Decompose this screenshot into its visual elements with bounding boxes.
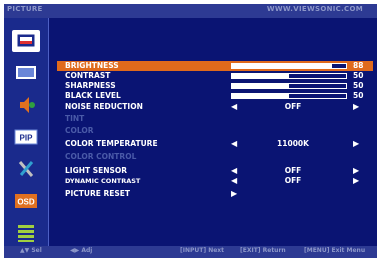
- row-label: CONTRAST: [65, 71, 111, 80]
- row-value: 50: [353, 91, 364, 100]
- hint-return: [EXIT] Return: [240, 247, 286, 254]
- arrow-left-icon[interactable]: ◀: [231, 139, 237, 149]
- header-bar: PICTURE WWW.VIEWSONIC.COM: [4, 4, 377, 18]
- slider-fill: [232, 94, 289, 98]
- brightness-slider[interactable]: [231, 63, 347, 69]
- row-label: PICTURE RESET: [65, 189, 131, 198]
- osd-label: OSD: [17, 198, 35, 207]
- row-value: 50: [353, 81, 364, 90]
- hint-select: ▲▼ Sel: [20, 247, 42, 254]
- option-value: OFF: [284, 102, 302, 111]
- menu-row-black-level[interactable]: BLACK LEVEL 50: [57, 91, 373, 101]
- row-label: TINT: [65, 114, 85, 123]
- row-label: LIGHT SENSOR: [65, 166, 128, 175]
- row-label: SHARPNESS: [65, 81, 116, 90]
- arrow-right-icon[interactable]: ▶: [353, 102, 359, 112]
- picture-icon[interactable]: [12, 30, 40, 52]
- menu-row-sharpness[interactable]: SHARPNESS 50: [57, 81, 373, 91]
- slider-fill: [232, 64, 333, 68]
- arrow-right-icon[interactable]: ▶: [353, 176, 359, 186]
- row-label: COLOR CONTROL: [65, 152, 137, 161]
- website-label: WWW.VIEWSONIC.COM: [266, 5, 363, 13]
- menu-row-color-control: COLOR CONTROL: [57, 152, 373, 162]
- menu-panel: BRIGHTNESS 88 CONTRAST 50 SHARPNESS 50 B…: [49, 18, 377, 246]
- menu-title: PICTURE: [7, 5, 43, 13]
- hint-adjust: ◀▶ Adj: [70, 247, 93, 254]
- arrow-left-icon[interactable]: ◀: [231, 102, 237, 112]
- arrow-left-icon[interactable]: ◀: [231, 176, 237, 186]
- enter-arrow-icon[interactable]: ▶: [231, 189, 237, 199]
- menu-row-picture-reset[interactable]: PICTURE RESET ▶: [57, 189, 373, 199]
- osd-menu: PICTURE WWW.VIEWSONIC.COM PIP OSD BRIGHT…: [4, 4, 377, 258]
- row-label: COLOR: [65, 126, 94, 135]
- osd-icon[interactable]: OSD: [12, 190, 40, 212]
- setup-tools-icon[interactable]: [12, 158, 40, 180]
- menu-row-contrast[interactable]: CONTRAST 50: [57, 71, 373, 81]
- slider-fill: [232, 84, 289, 88]
- menu-list-icon[interactable]: [12, 222, 40, 244]
- audio-icon[interactable]: [12, 94, 40, 116]
- screen-icon[interactable]: [12, 62, 40, 84]
- option-value: OFF: [284, 166, 302, 175]
- row-label: COLOR TEMPERATURE: [65, 139, 158, 148]
- contrast-slider[interactable]: [231, 73, 347, 79]
- option-value: 11000K: [277, 139, 309, 148]
- black-level-slider[interactable]: [231, 93, 347, 99]
- arrow-right-icon[interactable]: ▶: [353, 139, 359, 149]
- row-label: NOISE REDUCTION: [65, 102, 143, 111]
- menu-row-color-temperature[interactable]: COLOR TEMPERATURE ◀ 11000K ▶: [57, 139, 373, 149]
- hint-next: [INPUT] Next: [180, 247, 225, 254]
- row-label: BLACK LEVEL: [65, 91, 121, 100]
- slider-fill: [232, 74, 289, 78]
- menu-row-tint: TINT: [57, 114, 373, 124]
- sidebar: PIP OSD: [4, 18, 49, 246]
- hint-exit-menu: [MENU] Exit Menu: [304, 247, 366, 254]
- option-value: OFF: [284, 176, 302, 185]
- menu-row-brightness[interactable]: BRIGHTNESS 88: [57, 61, 373, 71]
- row-label: BRIGHTNESS: [65, 61, 119, 70]
- arrow-right-icon[interactable]: ▶: [353, 166, 359, 176]
- row-label: DYNAMIC CONTRAST: [65, 177, 141, 185]
- footer-bar: ▲▼ Sel ◀▶ Adj [INPUT] Next [EXIT] Return…: [4, 246, 377, 258]
- row-value: 88: [353, 61, 364, 70]
- sharpness-slider[interactable]: [231, 83, 347, 89]
- menu-row-color: COLOR: [57, 126, 373, 136]
- menu-row-noise-reduction[interactable]: NOISE REDUCTION ◀ OFF ▶: [57, 102, 373, 112]
- pip-label: PIP: [20, 134, 34, 143]
- row-value: 50: [353, 71, 364, 80]
- arrow-left-icon[interactable]: ◀: [231, 166, 237, 176]
- pip-icon[interactable]: PIP: [12, 126, 40, 148]
- menu-row-light-sensor[interactable]: LIGHT SENSOR ◀ OFF ▶: [57, 166, 373, 176]
- menu-row-dynamic-contrast[interactable]: DYNAMIC CONTRAST ◀ OFF ▶: [57, 176, 373, 186]
